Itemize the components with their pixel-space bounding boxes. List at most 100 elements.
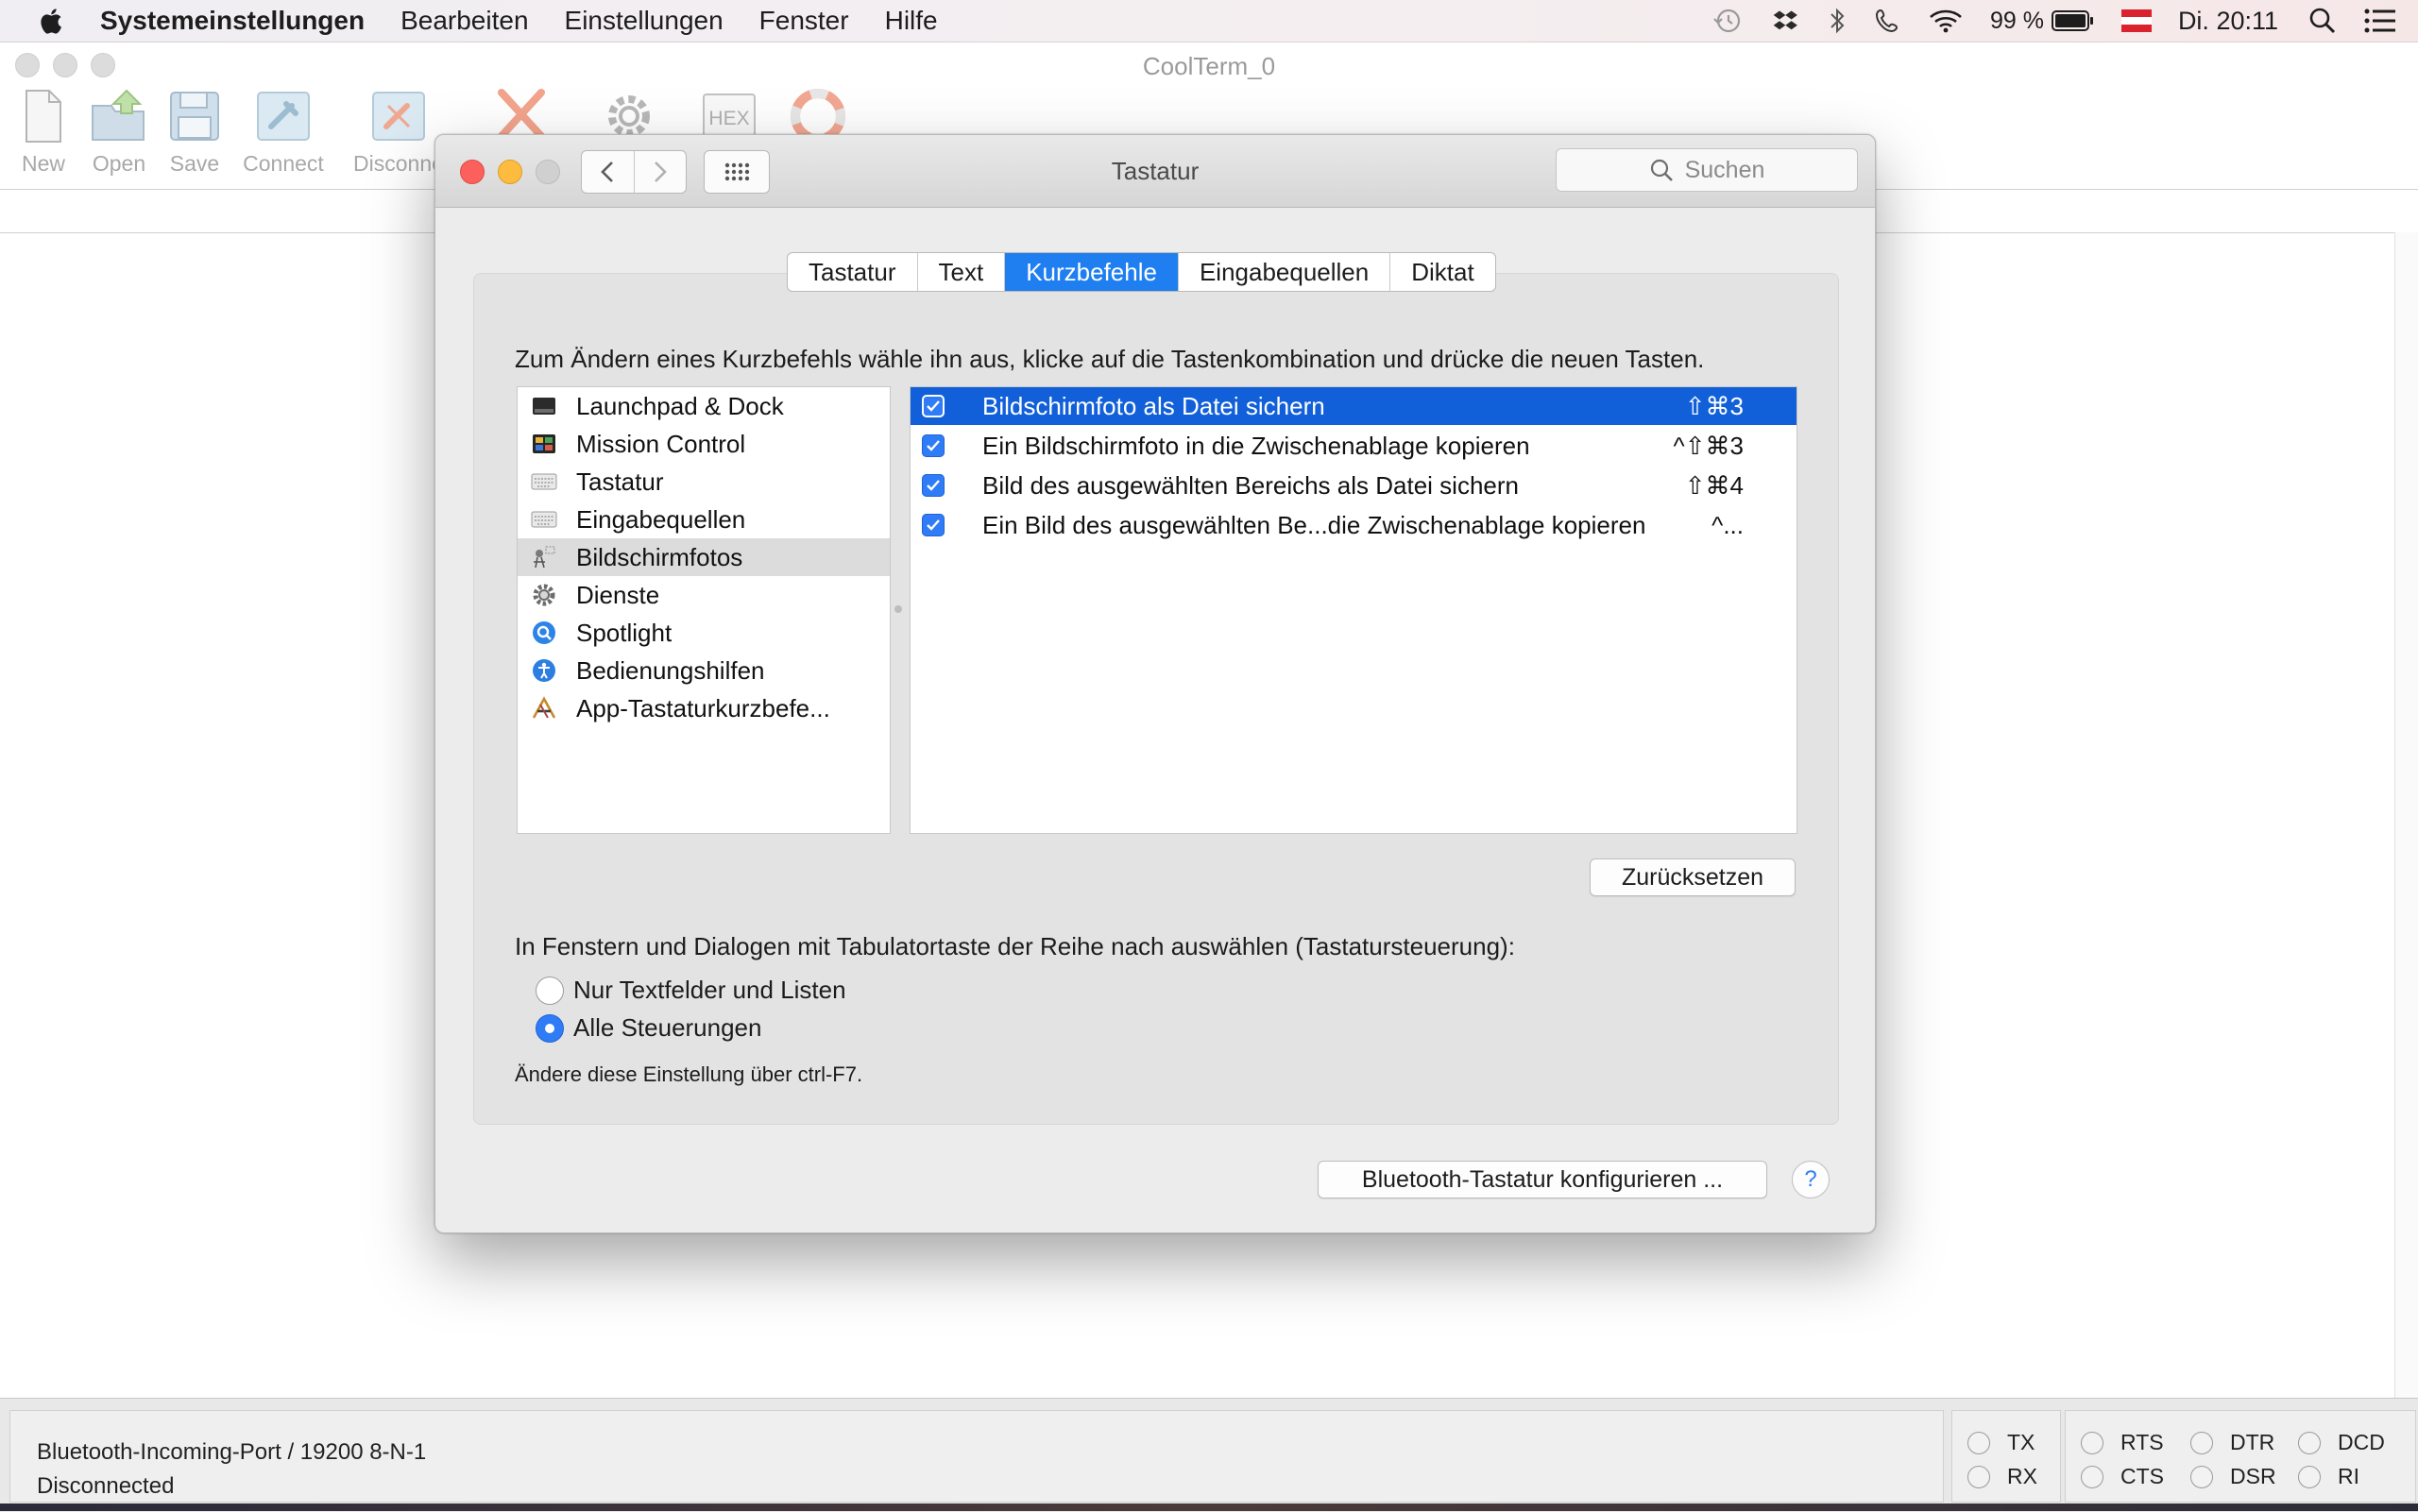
time-machine-icon[interactable] (1711, 7, 1745, 35)
checkmark-icon (927, 440, 940, 451)
line-led-panel: RTS CTS DTR DSR DCD RI (2065, 1410, 2416, 1503)
zoom-button (536, 160, 560, 184)
checkmark-icon (927, 480, 940, 491)
search-field[interactable]: Suchen (1556, 148, 1858, 192)
forward-button[interactable] (633, 151, 687, 193)
save-label: Save (169, 151, 220, 176)
category-tastatur[interactable]: Tastatur (518, 463, 890, 501)
disconnect-plug-icon (372, 92, 425, 141)
disconnect-button[interactable]: Disconne (351, 87, 446, 177)
category-dienste[interactable]: Dienste (518, 576, 890, 614)
phone-icon[interactable] (1875, 7, 1901, 35)
desktop-wallpaper (0, 1504, 2418, 1511)
coolterm-scrollbar[interactable] (2394, 232, 2418, 1398)
reset-button[interactable]: Zurücksetzen (1590, 858, 1796, 896)
window-titlebar: Tastatur Suchen (435, 135, 1875, 208)
radio-text-fields-only[interactable]: Nur Textfelder und Listen (536, 976, 846, 1005)
minimize-button[interactable] (498, 160, 522, 184)
tab-tastatur[interactable]: Tastatur (788, 253, 917, 291)
shortcut-checkbox[interactable] (922, 514, 945, 536)
category-eingabequellen[interactable]: Eingabequellen (518, 501, 890, 538)
led-indicator-icon (1967, 1431, 1990, 1454)
save-button[interactable]: Save (147, 87, 242, 177)
category-spotlight[interactable]: Spotlight (518, 614, 890, 652)
category-label: Launchpad & Dock (576, 391, 784, 420)
category-label: Bedienungshilfen (576, 655, 765, 685)
led-tx: TX (1967, 1430, 2035, 1455)
open-folder-icon (92, 89, 145, 141)
led-ri-label: RI (2338, 1464, 2359, 1488)
menu-fenster[interactable]: Fenster (759, 6, 849, 36)
help-button[interactable]: ? (1792, 1161, 1830, 1198)
category-list: Launchpad & Dock Mission Control Tastatu… (517, 386, 891, 834)
category-bildschirmfotos[interactable]: Bildschirmfotos (518, 538, 890, 576)
show-all-button[interactable] (704, 150, 770, 194)
radio-button[interactable] (536, 1013, 564, 1043)
category-mission-control[interactable]: Mission Control (518, 425, 890, 463)
checkmark-icon (927, 400, 940, 412)
shortcut-keys[interactable]: ⇧⌘4 (1685, 467, 1744, 504)
led-indicator-icon (2298, 1431, 2321, 1454)
category-bedienungshilfen[interactable]: Bedienungshilfen (518, 652, 890, 689)
radio-button[interactable] (536, 976, 564, 1005)
tab-diktat[interactable]: Diktat (1389, 253, 1494, 291)
keyboard-icon (531, 468, 557, 495)
shortcut-label: Bild des ausgewählten Bereichs als Datei… (982, 470, 1519, 500)
battery-percent[interactable]: 99 % (1990, 8, 2044, 35)
spotlight-search-icon[interactable] (2308, 7, 2337, 35)
shortcut-checkbox[interactable] (922, 434, 945, 457)
close-button[interactable] (460, 160, 485, 184)
category-launchpad-dock[interactable]: Launchpad & Dock (518, 387, 890, 425)
menu-bearbeiten[interactable]: Bearbeiten (400, 6, 528, 36)
shortcut-keys[interactable]: ^... (1711, 506, 1744, 544)
shortcut-keys[interactable]: ⇧⌘3 (1685, 387, 1744, 425)
connect-button[interactable]: Connect (236, 87, 331, 177)
split-view-handle[interactable] (894, 605, 902, 613)
tab-text[interactable]: Text (916, 253, 1005, 291)
bluetooth-keyboard-button[interactable]: Bluetooth-Tastatur konfigurieren ... (1318, 1161, 1767, 1198)
shortcut-label: Ein Bildschirmfoto in die Zwischenablage… (982, 431, 1530, 460)
search-placeholder: Suchen (1684, 156, 1765, 183)
shortcut-row[interactable]: Ein Bild des ausgewählten Be...die Zwisc… (911, 506, 1796, 544)
shortcut-keys[interactable]: ^⇧⌘3 (1674, 427, 1744, 465)
menu-einstellungen[interactable]: Einstellungen (565, 6, 724, 36)
category-app-shortcuts[interactable]: App-Tastaturkurzbefe... (518, 689, 890, 727)
led-indicator-icon (2081, 1431, 2103, 1454)
clock[interactable]: Di. 20:11 (2178, 7, 2278, 36)
tab-kurzbefehle[interactable]: Kurzbefehle (1004, 253, 1178, 291)
battery-icon[interactable] (2051, 8, 2095, 33)
tab-eingabequellen[interactable]: Eingabequellen (1177, 253, 1389, 291)
menu-extras: 99 % Di. 20:11 (1711, 0, 2418, 42)
wifi-icon[interactable] (1928, 7, 1964, 35)
coolterm-title: CoolTerm_0 (1142, 52, 1276, 80)
category-label: Bildschirmfotos (576, 542, 743, 571)
category-label: Tastatur (576, 467, 664, 496)
keyboard-icon (531, 506, 557, 533)
radio-all-controls[interactable]: Alle Steuerungen (536, 1013, 761, 1043)
category-label: Spotlight (576, 618, 673, 647)
shortcut-row[interactable]: Ein Bildschirmfoto in die Zwischenablage… (911, 427, 1796, 465)
radio-label: Nur Textfelder und Listen (573, 976, 846, 1004)
shortcut-label: Ein Bild des ausgewählten Be...die Zwisc… (982, 510, 1646, 539)
back-button[interactable] (582, 151, 634, 193)
menu-app-name[interactable]: Systemeinstellungen (100, 6, 365, 36)
dropbox-icon[interactable] (1771, 7, 1799, 35)
mission-control-icon (531, 431, 557, 457)
connection-status: Disconnected (37, 1473, 175, 1499)
bluetooth-icon[interactable] (1826, 7, 1848, 35)
apple-icon[interactable] (36, 5, 68, 37)
app-store-icon (531, 695, 557, 722)
launchpad-icon (531, 393, 557, 419)
shortcut-checkbox[interactable] (922, 474, 945, 497)
checkmark-icon (927, 519, 940, 531)
menu-bar: Systemeinstellungen Bearbeiten Einstellu… (0, 0, 2418, 42)
menu-hilfe[interactable]: Hilfe (885, 6, 938, 36)
shortcut-checkbox[interactable] (922, 395, 945, 417)
notification-center-icon[interactable] (2363, 8, 2397, 34)
shortcut-row[interactable]: Bild des ausgewählten Bereichs als Datei… (911, 467, 1796, 504)
accessibility-icon (531, 657, 557, 684)
category-label: Eingabequellen (576, 504, 746, 534)
flag-austria-icon[interactable] (2120, 9, 2152, 32)
led-indicator-icon (2190, 1431, 2213, 1454)
shortcut-row[interactable]: Bildschirmfoto als Datei sichern ⇧⌘3 (911, 387, 1796, 425)
